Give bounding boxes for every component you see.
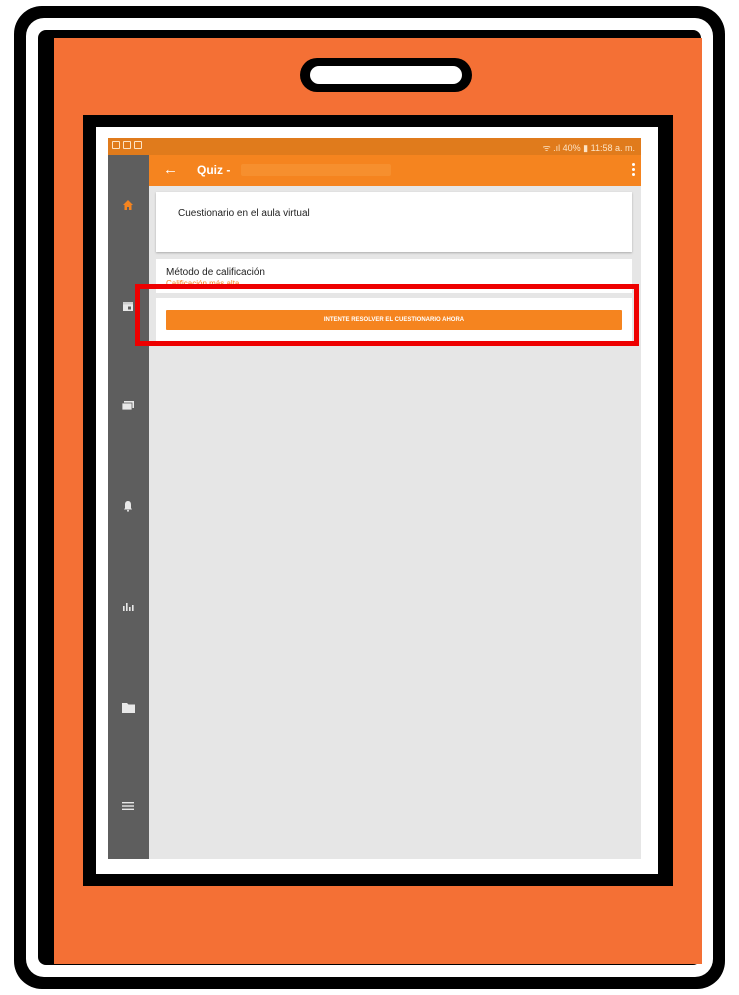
calendar-icon[interactable]: [120, 299, 136, 313]
gallery-notification-icon: [123, 141, 131, 149]
page-title: Quiz -: [197, 163, 231, 177]
status-bar: ᯤ .ıl 40% ▮ 11:58 a. m.: [108, 138, 641, 155]
grades-icon[interactable]: [120, 599, 136, 613]
quiz-description: Cuestionario en el aula virtual: [178, 208, 310, 219]
grading-method-label: Método de calificación: [166, 267, 265, 278]
back-arrow-icon[interactable]: ←: [163, 161, 178, 178]
app-bar: ← Quiz -: [149, 155, 641, 186]
quiz-description-card: Cuestionario en el aula virtual: [156, 192, 632, 252]
sidebar-nav: [108, 155, 149, 859]
app-notification-icon: [134, 141, 142, 149]
courses-icon[interactable]: [120, 398, 136, 412]
highlight-box: [135, 284, 639, 346]
redacted-title: [241, 164, 391, 176]
image-notification-icon: [112, 141, 120, 149]
status-notification-icons: [112, 141, 142, 149]
menu-icon[interactable]: [120, 799, 136, 813]
status-indicators: ᯤ .ıl 40% ▮ 11:58 a. m.: [542, 143, 635, 153]
speaker-slot-inner: [310, 66, 462, 84]
files-icon[interactable]: [120, 700, 136, 714]
home-icon[interactable]: [120, 198, 136, 212]
app-screen: ᯤ .ıl 40% ▮ 11:58 a. m. ← Quiz - Cuestio…: [108, 138, 641, 859]
notifications-icon[interactable]: [120, 499, 136, 513]
overflow-menu-icon[interactable]: [632, 163, 635, 176]
